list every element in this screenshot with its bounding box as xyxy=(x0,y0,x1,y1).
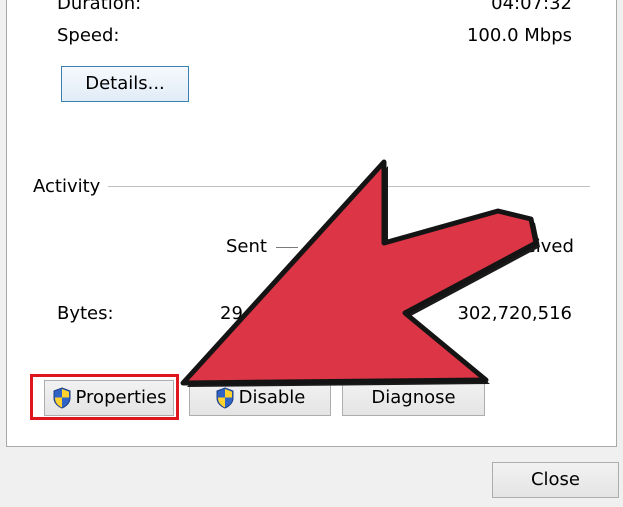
properties-highlight-box xyxy=(30,374,179,420)
sent-label: Sent xyxy=(226,236,267,257)
sent-received-divider xyxy=(276,247,298,248)
close-button[interactable]: Close xyxy=(492,462,619,498)
speed-value: 100.0 Mbps xyxy=(466,25,572,46)
duration-label: Duration: xyxy=(57,0,142,14)
details-button[interactable]: Details... xyxy=(61,66,189,102)
bytes-received-value: 302,720,516 xyxy=(457,303,572,324)
close-button-label: Close xyxy=(530,469,581,490)
details-button-label: Details... xyxy=(85,73,165,94)
uac-shield-icon xyxy=(216,387,234,409)
speed-label: Speed: xyxy=(57,25,120,46)
disable-button-label: Disable xyxy=(238,387,306,408)
diagnose-button[interactable]: Diagnose xyxy=(342,380,485,416)
bytes-sent-value: 29 xyxy=(220,303,243,324)
duration-value: 04:07:32 xyxy=(491,0,572,14)
bytes-label: Bytes: xyxy=(57,303,114,324)
diagnose-button-label: Diagnose xyxy=(371,387,456,408)
activity-group-title: Activity xyxy=(33,176,101,197)
received-label: Received xyxy=(492,236,574,257)
activity-divider xyxy=(108,186,590,187)
disable-button[interactable]: Disable xyxy=(189,380,331,416)
